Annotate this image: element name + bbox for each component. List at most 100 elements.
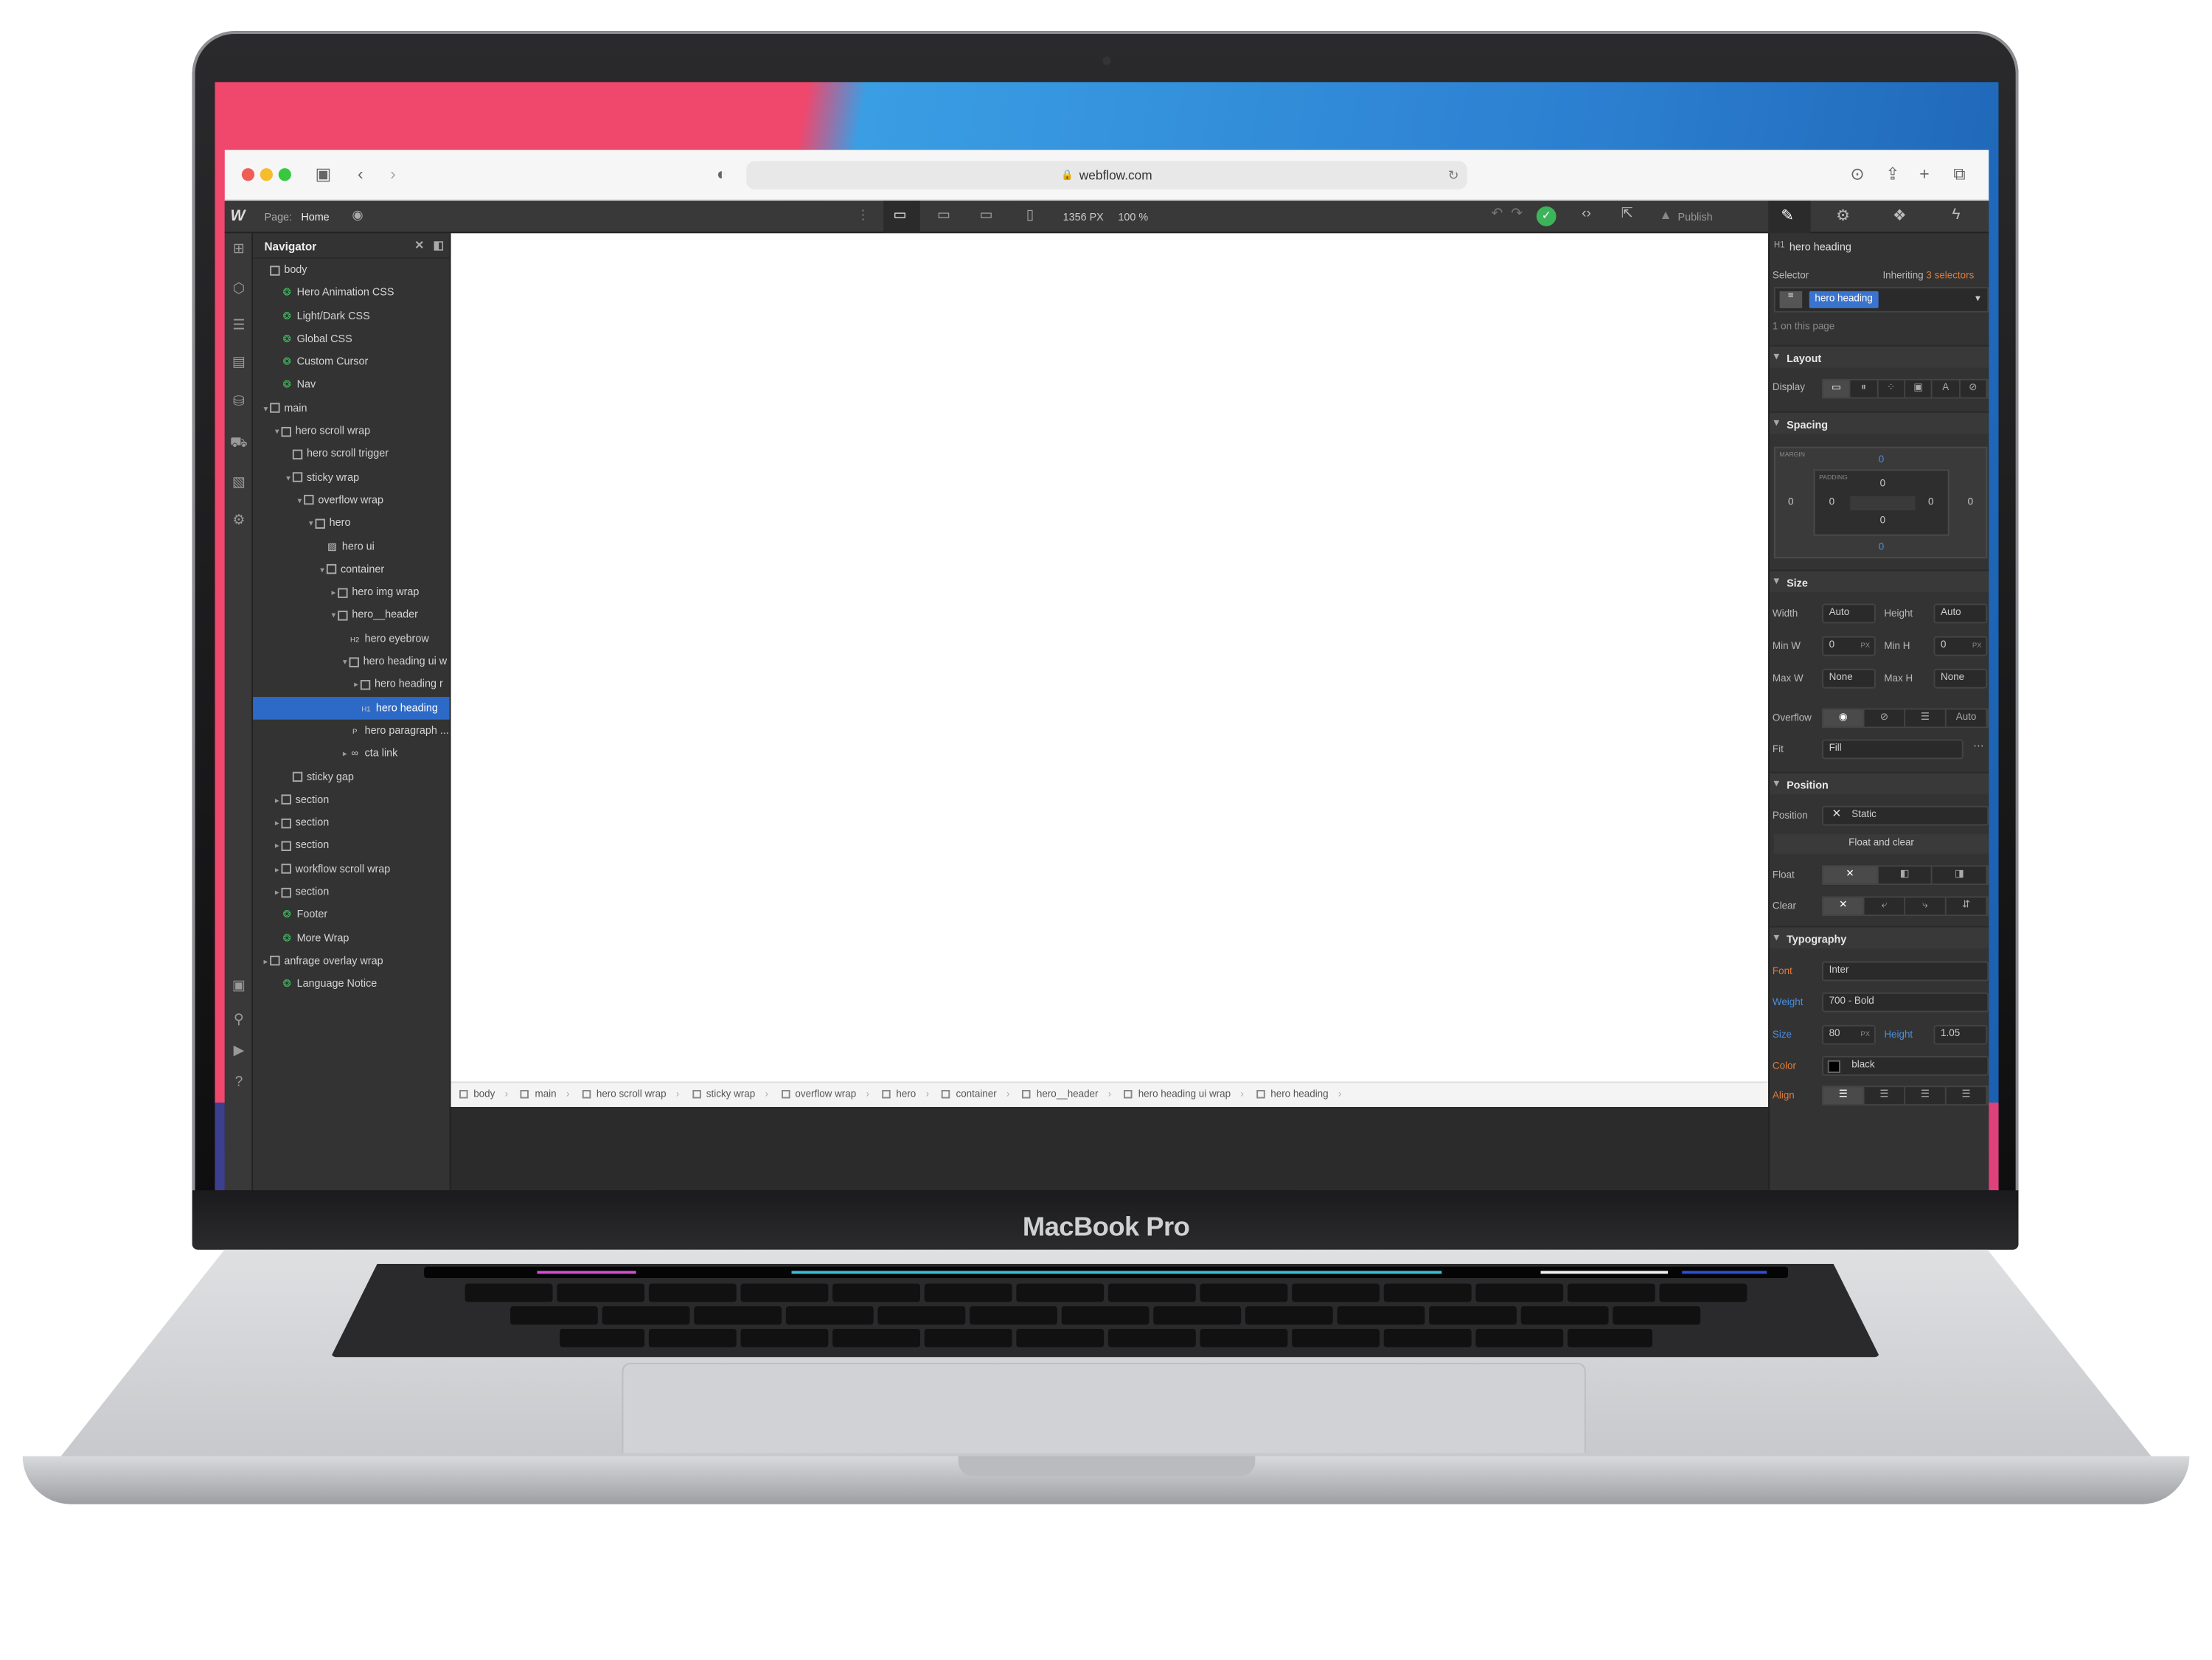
code-export-icon[interactable]: ‹› (1582, 206, 1591, 222)
navigator-item[interactable]: ▸ hero img wrap (253, 581, 449, 604)
display-block-icon[interactable]: ▭ (1823, 380, 1851, 397)
video-tutorials-icon[interactable]: ▶ (229, 1043, 249, 1060)
color-swatch[interactable] (1827, 1060, 1840, 1074)
navigator-item[interactable]: ▾ hero scroll wrap (253, 420, 449, 442)
navigator-item[interactable]: ❂ Nav (253, 374, 449, 397)
breadcrumb-item[interactable]: hero__header (1022, 1090, 1112, 1100)
height-field[interactable]: Auto (1933, 603, 1988, 624)
disclosure-triangle-icon[interactable]: ▸ (352, 675, 361, 696)
disclosure-triangle-icon[interactable]: ▾ (341, 652, 349, 673)
line-height-field[interactable]: 1.05 (1933, 1024, 1988, 1045)
navigator-item[interactable]: ▸ ∞ cta link (253, 743, 449, 765)
navigator-item[interactable]: body (253, 259, 449, 282)
selector-field[interactable]: ≡ hero heading ▾ (1773, 287, 1989, 313)
more-options-icon[interactable]: ⋮ (857, 208, 869, 223)
max-height-field[interactable]: None (1933, 668, 1988, 689)
outline-toggle-icon[interactable]: ▣ (229, 979, 249, 996)
assets-icon[interactable]: ▧ (229, 475, 249, 492)
font-select[interactable]: Inter (1822, 961, 1989, 982)
webflow-logo[interactable]: W (230, 208, 245, 225)
redo-icon[interactable]: ↷ (1511, 206, 1523, 222)
navigator-item[interactable]: ❂ Global CSS (253, 328, 449, 351)
navigator-item[interactable]: Phero paragraph ... (253, 720, 449, 743)
disclosure-triangle-icon[interactable]: ▾ (330, 605, 338, 627)
breadcrumb-item[interactable]: hero heading (1256, 1090, 1341, 1100)
share-icon[interactable]: ⇪ (1885, 164, 1899, 184)
position-section-header[interactable]: Position (1770, 771, 1989, 795)
color-field[interactable]: black (1822, 1055, 1989, 1076)
fit-select[interactable]: Fill (1822, 739, 1964, 760)
margin-bottom-value[interactable]: 0 (1879, 543, 1884, 552)
disclosure-triangle-icon[interactable]: ▸ (262, 951, 271, 973)
navigator-item[interactable]: ▸ hero heading r (253, 673, 449, 696)
new-tab-icon[interactable]: + (1919, 164, 1929, 184)
breadcrumb-item[interactable]: hero (882, 1090, 929, 1100)
close-icon[interactable]: ✕ (414, 239, 424, 251)
breadcrumb-item[interactable]: hero scroll wrap (582, 1090, 680, 1100)
clear-none-icon[interactable]: ✕ (1823, 897, 1865, 915)
help-icon[interactable]: ? (229, 1074, 249, 1091)
disclosure-triangle-icon[interactable]: ▾ (284, 468, 293, 489)
settings-gear-icon[interactable]: ⚙ (229, 513, 249, 530)
spacing-section-header[interactable]: Spacing (1770, 411, 1989, 434)
navigator-item[interactable]: ▾ hero heading ui w (253, 650, 449, 673)
style-manager-icon[interactable]: ❖ (1893, 206, 1907, 225)
max-width-field[interactable]: None (1822, 668, 1876, 689)
min-height-unit[interactable]: PX (1972, 642, 1982, 650)
undo-icon[interactable]: ↶ (1491, 206, 1503, 222)
gear-icon[interactable]: ⚙ (1836, 206, 1850, 225)
selector-chip[interactable]: hero heading (1809, 291, 1879, 308)
breakpoint-tablet-landscape-icon[interactable]: ▭ (979, 208, 992, 223)
navigator-item[interactable]: ▸ section (253, 788, 449, 811)
close-window-button[interactable] (241, 168, 255, 181)
display-none-icon[interactable]: ⊘ (1960, 380, 1988, 397)
float-clear-toggle[interactable]: Float and clear (1773, 834, 1989, 854)
float-left-icon[interactable]: ◧ (1878, 867, 1933, 884)
disclosure-triangle-icon[interactable]: ▸ (273, 836, 282, 858)
add-elements-icon[interactable]: ⊞ (229, 242, 249, 259)
align-left-icon[interactable]: ☰ (1823, 1087, 1865, 1105)
disclosure-triangle-icon[interactable]: ▾ (318, 560, 327, 581)
breakpoint-desktop-star[interactable]: ▭ (883, 201, 920, 234)
padding-bottom-value[interactable]: 0 (1880, 516, 1885, 526)
navigator-item[interactable]: ▸ section (253, 812, 449, 835)
position-select[interactable]: Static (1822, 805, 1989, 826)
float-right-icon[interactable]: ◨ (1933, 867, 1988, 884)
pages-icon[interactable]: ▤ (229, 355, 249, 372)
cms-database-icon[interactable]: ⛁ (229, 395, 249, 411)
navigator-item[interactable]: ▾ container (253, 558, 449, 581)
display-flex-icon[interactable]: ⏸ (1851, 380, 1879, 397)
navigator-item[interactable]: ❂ Language Notice (253, 973, 449, 996)
padding-top-value[interactable]: 0 (1880, 479, 1885, 489)
navigator-item[interactable]: ▨ hero ui (253, 535, 449, 558)
chevron-down-icon[interactable]: ▾ (1975, 293, 1980, 304)
navigator-item[interactable]: ▸ section (253, 835, 449, 858)
navigator-item[interactable]: ❂ Light/Dark CSS (253, 305, 449, 327)
breadcrumb-item[interactable]: body (459, 1090, 508, 1100)
interactions-bolt-icon[interactable]: ϟ (1952, 206, 1960, 223)
share-link-icon[interactable]: ⇱ (1621, 206, 1633, 222)
address-bar[interactable]: 🔒 webflow.com ↻ (746, 161, 1467, 190)
overflow-hidden-icon[interactable]: ⊘ (1865, 709, 1906, 727)
minimize-window-button[interactable] (260, 168, 273, 181)
breadcrumb-item[interactable]: container (942, 1090, 1009, 1100)
back-arrow-icon[interactable]: ‹ (358, 164, 364, 184)
margin-left-value[interactable]: 0 (1788, 498, 1793, 507)
overflow-scroll-icon[interactable]: ☰ (1905, 709, 1947, 727)
zoom-window-button[interactable] (278, 168, 291, 181)
forward-arrow-icon[interactable]: › (390, 164, 396, 184)
publish-button[interactable]: Publish (1677, 211, 1712, 223)
navigator-item[interactable]: ▾ hero (253, 512, 449, 535)
min-width-field[interactable]: 0 PX (1822, 636, 1876, 656)
style-panel-tab[interactable]: ✎ (1768, 201, 1811, 234)
reload-icon[interactable]: ↻ (1448, 167, 1458, 183)
disclosure-triangle-icon[interactable]: ▸ (273, 790, 282, 811)
navigator-item[interactable]: ❂ More Wrap (253, 927, 449, 950)
navigator-item[interactable]: ❂ Custom Cursor (253, 351, 449, 374)
disclosure-triangle-icon[interactable]: ▸ (273, 859, 282, 881)
min-height-field[interactable]: 0 PX (1933, 636, 1988, 656)
dock-panel-icon[interactable]: ◧ (433, 239, 443, 251)
disclosure-triangle-icon[interactable]: ▾ (273, 421, 282, 442)
sidebar-toggle-icon[interactable]: ▣ (315, 164, 331, 184)
weight-select[interactable]: 700 - Bold (1822, 992, 1989, 1013)
